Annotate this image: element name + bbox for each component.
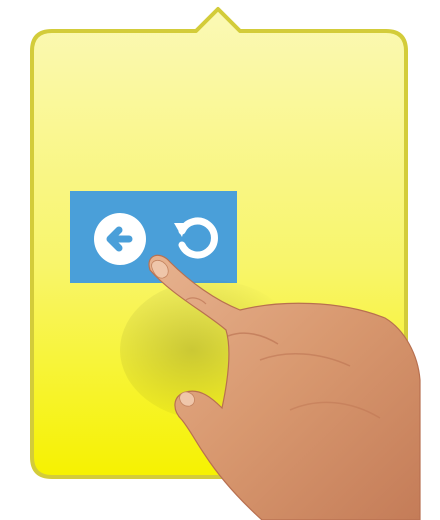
arrow-left-circle-icon (94, 213, 146, 265)
rotate-ccw-icon (174, 217, 218, 259)
redo-button[interactable] (168, 209, 224, 265)
back-button[interactable] (92, 211, 148, 267)
tooltip-stage (0, 0, 440, 520)
navigation-toolbar (70, 191, 237, 283)
